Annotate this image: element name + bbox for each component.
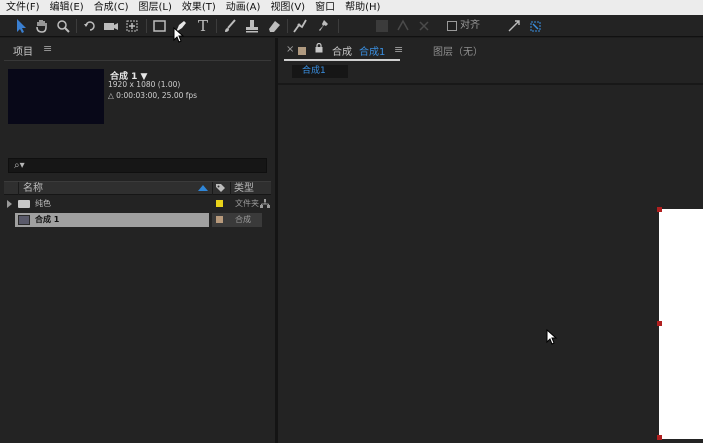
hand-tool-icon[interactable] [34,17,50,35]
column-type[interactable]: 类型 [234,182,254,195]
bounding-handle[interactable] [657,207,662,212]
project-item-composition[interactable]: 合成 1 合成 [4,213,271,227]
dependency-icon [260,199,270,208]
puppet-starch-icon [394,17,412,35]
composition-viewer[interactable] [278,85,703,443]
menu-window[interactable]: 窗口 [309,0,339,15]
menu-file[interactable]: 文件(F) [0,0,44,15]
composition-thumbnail [8,69,104,124]
comp-label-color [298,47,306,55]
menu-help[interactable]: 帮助(H) [339,0,384,15]
composition-icon [18,215,30,225]
sort-ascending-icon[interactable] [198,185,208,191]
puppet-overlap-icon [415,17,433,35]
label-tag-icon[interactable] [215,183,226,197]
menu-bar: 文件(F) 编辑(E) 合成(C) 图层(L) 效果(T) 动画(A) 视图(V… [0,0,703,15]
item-type: 文件夹 [235,199,259,208]
project-panel: 项目 ≡ 合成 1 ▼ 1920 x 1080 (1.00) △ 0:00:03… [0,38,275,443]
expand-icon[interactable] [506,17,522,35]
grid-snap-icon [373,17,391,35]
pan-behind-tool-icon[interactable] [124,17,140,35]
bounding-handle[interactable] [657,321,662,326]
preview-resolution: 1920 x 1080 (1.00) [108,80,181,89]
item-name: 纯色 [35,199,51,208]
puppet-pin-tool-icon[interactable] [315,17,333,35]
composition-tab-bar: × 合成 合成1 ≡ 图层（无） [278,38,703,62]
bounding-handle[interactable] [657,435,662,440]
rotate-tool-icon[interactable] [82,17,98,35]
menu-edit[interactable]: 编辑(E) [44,0,88,15]
panel-menu-icon[interactable]: ≡ [394,43,403,56]
type-tool-icon[interactable]: T [194,17,212,35]
layer-tab[interactable]: 图层（无） [433,43,483,58]
project-column-header: 名称 类型 [4,181,271,195]
tools-toolbar: T [0,15,703,37]
composition-panel: × 合成 合成1 ≡ 图层（无） 合成1 [278,38,703,443]
comp-canvas[interactable] [659,209,703,439]
menu-layer[interactable]: 图层(L) [132,0,175,15]
mouse-cursor-icon [546,329,558,345]
zoom-tool-icon[interactable] [55,17,71,35]
project-item-solids-folder[interactable]: 纯色 文件夹 [4,197,271,211]
project-panel-title[interactable]: 项目 [13,43,33,58]
panel-menu-icon[interactable]: ≡ [43,42,52,55]
menu-animation[interactable]: 动画(A) [220,0,265,15]
clone-stamp-tool-icon[interactable] [243,17,261,35]
align-label: 对齐 [460,20,480,31]
composition-tab-label[interactable]: 合成 [332,43,352,58]
eraser-tool-icon[interactable] [265,17,283,35]
project-search-input[interactable]: ⌕▾ [8,158,267,173]
preview-duration: △ 0:00:03:00, 25.00 fps [108,91,198,100]
roto-brush-tool-icon[interactable] [291,17,309,35]
snap-icon[interactable] [528,17,544,35]
menu-view[interactable]: 视图(V) [264,0,309,15]
item-type: 合成 [235,215,251,224]
menu-composition[interactable]: 合成(C) [88,0,133,15]
composition-breadcrumb[interactable]: 合成1 [292,65,348,78]
folder-icon [18,200,30,208]
composition-tab-name[interactable]: 合成1 [359,43,385,58]
menu-effect[interactable]: 效果(T) [176,0,220,15]
rectangle-tool-icon[interactable] [152,17,168,35]
search-icon[interactable]: ⌕▾ [14,159,25,173]
selection-tool-icon[interactable] [14,17,30,35]
lock-icon[interactable] [315,42,323,56]
column-name[interactable]: 名称 [23,182,43,195]
expand-arrow-icon[interactable] [7,200,12,208]
mouse-cursor-icon [173,27,185,43]
label-color-swatch[interactable] [216,216,223,223]
brush-tool-icon[interactable] [221,17,239,35]
camera-tool-icon[interactable] [102,17,120,35]
project-panel-header: 项目 ≡ [0,38,275,60]
align-checkbox[interactable] [447,21,457,31]
close-tab-icon[interactable]: × [286,44,294,55]
item-name: 合成 1 [35,215,60,224]
label-color-swatch[interactable] [216,200,223,207]
